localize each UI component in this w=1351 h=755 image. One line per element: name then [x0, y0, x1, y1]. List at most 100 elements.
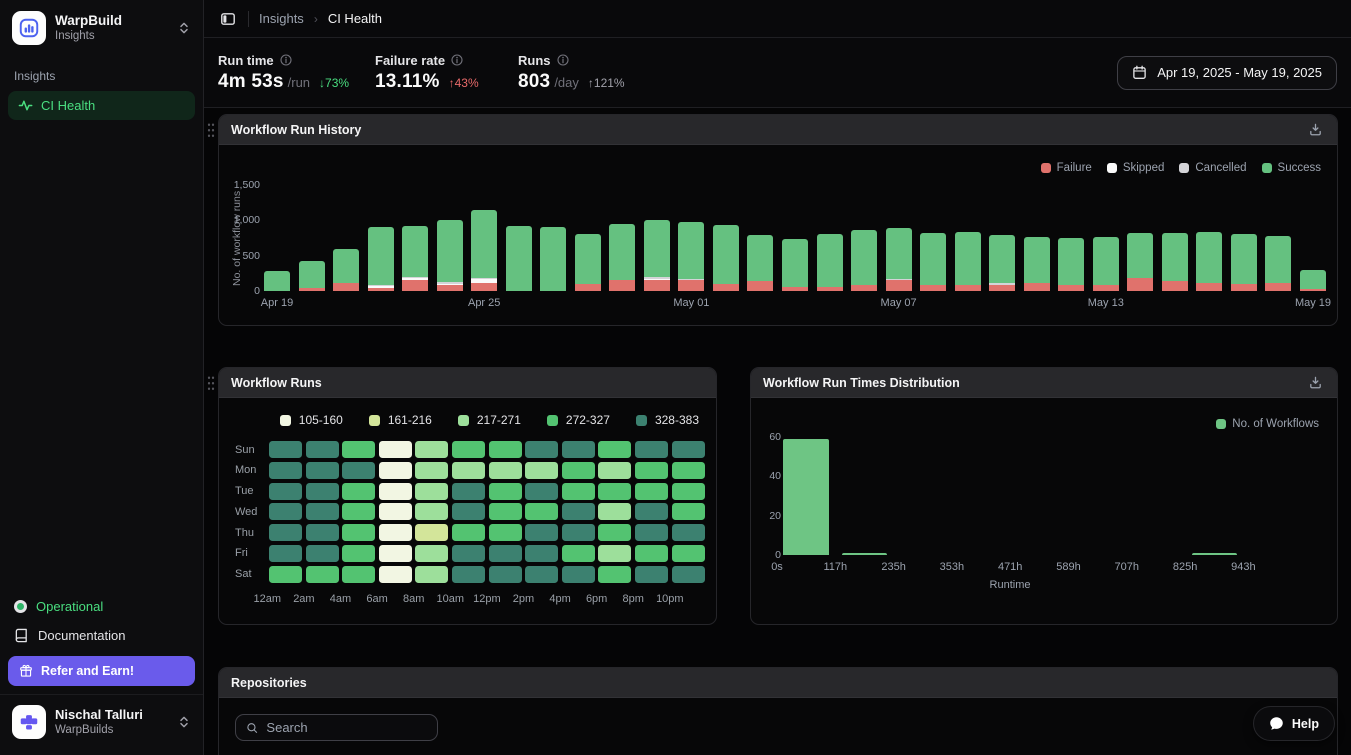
x-tick-label: 471h	[997, 561, 1023, 573]
breadcrumb-separator: ›	[313, 11, 318, 26]
bar-segment-failure	[1023, 283, 1050, 291]
dashboard-content: Workflow Run History Failure Skipped Cance…	[204, 108, 1351, 755]
sidebar: WarpBuild Insights Insights CI Health Op…	[0, 0, 204, 755]
run-history-chart: Failure Skipped Cancelled Success No. of wo…	[219, 145, 1337, 326]
heatmap-cell	[342, 441, 376, 458]
bar-segment-success	[1161, 232, 1188, 282]
legend-label: 272-327	[565, 413, 610, 427]
heatmap-cell	[598, 482, 632, 500]
search-icon	[247, 722, 258, 733]
heatmap-cell	[488, 565, 522, 583]
y-tick-label: 500	[242, 249, 260, 262]
heatmap-cell	[451, 565, 485, 583]
distribution-bar	[783, 438, 829, 555]
legend-label: 217-271	[476, 413, 521, 427]
workflow-runs-heatmap: 105-160 161-216 217-271 272-327 328-383 Sun M…	[219, 398, 716, 605]
panel-workflow-runs: Workflow Runs 105-160 161-216 217-271 272-3…	[207, 367, 717, 625]
workspace-switcher[interactable]: WarpBuild Insights	[0, 0, 203, 55]
heatmap-cell	[305, 461, 339, 479]
status-operational[interactable]: Operational	[0, 592, 203, 621]
stat-value: 4m 53s	[218, 70, 284, 92]
info-icon[interactable]	[451, 54, 463, 66]
chevrons-up-down-icon	[180, 716, 188, 728]
heatmap-cell	[671, 565, 705, 583]
heatmap-bucket-217-271[interactable]: 217-271	[457, 413, 521, 427]
export-chart-button[interactable]	[1306, 120, 1325, 139]
heatmap-column-label: 12pm	[473, 592, 501, 605]
heatmap-cell	[634, 524, 668, 542]
run-history-bar	[367, 226, 394, 291]
search-input[interactable]	[266, 720, 427, 735]
heatmap-cell	[451, 524, 485, 542]
heatmap-cell	[671, 544, 705, 562]
run-history-bar	[436, 220, 463, 291]
sidebar-item-documentation[interactable]: Documentation	[0, 621, 203, 650]
refer-and-earn-button[interactable]: Refer and Earn!	[8, 656, 195, 686]
run-history-bar	[643, 220, 670, 291]
breadcrumb-ci-health: CI Health	[327, 11, 383, 26]
heatmap-bucket-105-160[interactable]: 105-160	[279, 413, 343, 427]
date-range-picker[interactable]: Apr 19, 2025 - May 19, 2025	[1117, 55, 1337, 90]
stat-delta: ↓73%	[319, 75, 350, 90]
calendar-icon	[1133, 65, 1146, 79]
heatmap-cell	[342, 524, 376, 542]
legend-label: 161-216	[387, 413, 432, 427]
heatmap-cell	[634, 461, 668, 479]
x-tick-label: May 01	[673, 297, 710, 309]
bar-segment-failure	[678, 280, 705, 291]
run-history-bar	[920, 232, 947, 291]
distribution-chart: No. of Workflows 0 20 40 60 0s 117h 235h 353h 4…	[751, 398, 1337, 626]
panel-drag-handle[interactable]	[207, 375, 215, 391]
heatmap-cell	[269, 461, 302, 479]
heatmap-bucket-161-216[interactable]: 161-216	[368, 413, 432, 427]
sidebar-item-ci-health[interactable]: CI Health	[8, 91, 195, 120]
heatmap-cell	[488, 503, 522, 521]
bar-segment-success	[505, 226, 532, 291]
help-button[interactable]: Help	[1253, 707, 1334, 740]
bar-segment-success	[333, 248, 360, 283]
heatmap-column-label: 8am	[402, 592, 425, 605]
activity-icon	[18, 100, 33, 111]
avatar	[12, 705, 46, 739]
heatmap-bucket-328-383[interactable]: 328-383	[635, 413, 699, 427]
heatmap-bucket-272-327[interactable]: 272-327	[546, 413, 610, 427]
export-chart-button[interactable]	[1306, 373, 1325, 392]
legend-swatch	[635, 414, 647, 426]
bar-segment-success	[574, 233, 601, 284]
x-tick-label: 707h	[1114, 561, 1140, 573]
heatmap-cell	[525, 544, 559, 562]
run-history-bar	[609, 223, 636, 291]
user-menu[interactable]: Nischal Talluri WarpBuilds	[0, 694, 203, 749]
sidebar-section-insights: Insights	[14, 69, 56, 83]
repositories-search	[235, 714, 438, 741]
distribution-bar	[841, 552, 888, 555]
bar-segment-success	[402, 226, 429, 277]
app-root: WarpBuild Insights Insights CI Health Op…	[0, 0, 1351, 755]
sidebar-toggle-button[interactable]	[218, 9, 238, 29]
heatmap-row-label: Thu	[235, 526, 254, 539]
x-tick-label: May 13	[1087, 297, 1124, 309]
info-icon[interactable]	[280, 54, 292, 66]
heatmap-cell	[415, 503, 449, 521]
panel-drag-handle[interactable]	[207, 122, 215, 138]
bar-segment-failure	[954, 284, 981, 291]
heatmap-cell	[671, 441, 705, 458]
heatmap-cell	[342, 544, 376, 562]
heatmap-cell	[525, 441, 559, 458]
bar-segment-failure	[1058, 284, 1085, 291]
distribution-bar	[1191, 552, 1237, 555]
stat-unit: /run	[287, 74, 311, 90]
heatmap-cell	[305, 544, 339, 562]
repositories-body	[219, 698, 1337, 755]
heatmap-cell	[561, 544, 595, 562]
user-text: Nischal Talluri WarpBuilds	[55, 707, 168, 737]
bar-segment-failure	[333, 282, 360, 291]
heatmap-cell	[525, 503, 559, 521]
workspace-product: Insights	[55, 30, 95, 42]
heatmap-cell	[451, 482, 485, 500]
heatmap-cell	[305, 441, 339, 458]
run-history-bar	[782, 239, 808, 291]
breadcrumb-insights[interactable]: Insights	[259, 11, 304, 26]
info-icon[interactable]	[556, 54, 569, 66]
heatmap-column-label: 10pm	[656, 592, 684, 605]
